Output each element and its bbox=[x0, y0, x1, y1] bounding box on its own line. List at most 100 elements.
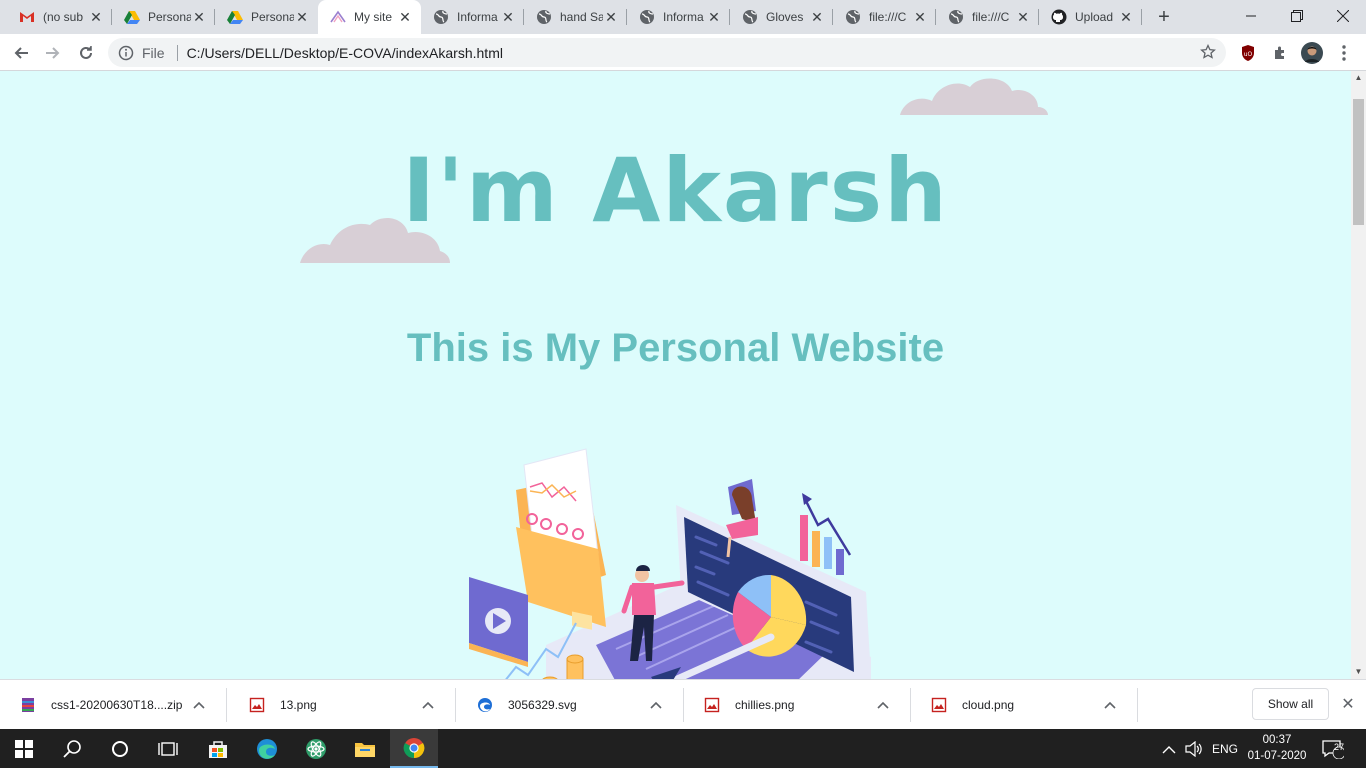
close-tab-icon[interactable]: ✕ bbox=[1118, 9, 1134, 25]
close-tab-icon[interactable]: ✕ bbox=[706, 9, 722, 25]
ublock-extension-button[interactable]: uO bbox=[1235, 40, 1261, 66]
speaker-icon bbox=[1185, 740, 1202, 757]
download-item[interactable]: cloud.png bbox=[911, 680, 1138, 730]
windows-taskbar: ENG 00:37 01-07-2020 27 bbox=[0, 729, 1366, 768]
scheme-label: File bbox=[142, 44, 165, 61]
restore-icon bbox=[1291, 10, 1303, 22]
browser-tab[interactable]: Persona ✕ bbox=[112, 0, 215, 34]
tab-title: Persona bbox=[148, 10, 191, 24]
browser-tab[interactable]: Informa ✕ bbox=[421, 0, 524, 34]
clock-date: 01-07-2020 bbox=[1247, 750, 1307, 762]
action-center-button[interactable]: 27 bbox=[1322, 729, 1352, 768]
download-item[interactable]: 13.png bbox=[229, 680, 456, 730]
download-item[interactable]: css1-20200630T18....zip bbox=[0, 680, 227, 730]
close-tab-icon[interactable]: ✕ bbox=[397, 9, 413, 25]
ublock-shield-icon: uO bbox=[1242, 45, 1254, 61]
cortana-circle-icon bbox=[112, 740, 128, 757]
info-icon[interactable] bbox=[118, 45, 134, 61]
close-download-bar-button[interactable]: ✕ bbox=[1338, 695, 1358, 715]
edge-file-icon bbox=[477, 697, 493, 713]
show-hidden-icons-button[interactable] bbox=[1162, 729, 1178, 768]
close-tab-icon[interactable]: ✕ bbox=[500, 9, 516, 25]
chrome-taskbar-app[interactable] bbox=[390, 729, 438, 768]
restore-button[interactable] bbox=[1274, 0, 1320, 32]
browser-tab[interactable]: (no sub ✕ bbox=[7, 0, 112, 34]
browser-tab[interactable]: Informa ✕ bbox=[627, 0, 730, 34]
browser-tab[interactable]: hand Sa ✕ bbox=[524, 0, 627, 34]
github-icon bbox=[1051, 9, 1067, 25]
chevron-up-icon[interactable] bbox=[1100, 698, 1120, 712]
reload-button[interactable] bbox=[73, 40, 99, 66]
address-bar[interactable]: File C:/Users/DELL/Desktop/E-COVA/indexA… bbox=[108, 38, 1226, 67]
browser-tab[interactable]: file:///C ✕ bbox=[833, 0, 936, 34]
close-tab-icon[interactable]: ✕ bbox=[88, 9, 104, 25]
tab-title: Upload bbox=[1075, 10, 1114, 24]
edge-taskbar-app[interactable] bbox=[243, 729, 291, 768]
close-tab-icon[interactable]: ✕ bbox=[1015, 9, 1031, 25]
close-tab-icon[interactable]: ✕ bbox=[912, 9, 928, 25]
close-window-button[interactable] bbox=[1320, 0, 1366, 32]
search-button[interactable] bbox=[48, 729, 96, 768]
browser-toolbar: File C:/Users/DELL/Desktop/E-COVA/indexA… bbox=[0, 34, 1366, 71]
show-all-downloads-button[interactable]: Show all bbox=[1252, 688, 1329, 720]
chevron-up-icon[interactable] bbox=[646, 698, 666, 712]
address-divider bbox=[176, 44, 178, 61]
image-file-icon bbox=[249, 697, 265, 713]
kebab-menu-icon bbox=[1342, 45, 1346, 61]
browser-tab[interactable]: Gloves ✕ bbox=[730, 0, 833, 34]
close-tab-icon[interactable]: ✕ bbox=[294, 9, 310, 25]
forward-arrow-icon bbox=[46, 47, 60, 59]
task-view-button[interactable] bbox=[144, 729, 192, 768]
file-explorer-taskbar-app[interactable] bbox=[341, 729, 389, 768]
globe-icon bbox=[536, 9, 552, 25]
atom-taskbar-app[interactable] bbox=[292, 729, 340, 768]
globe-icon bbox=[742, 9, 758, 25]
svg-text:uO: uO bbox=[1244, 51, 1253, 58]
chevron-up-icon bbox=[1162, 745, 1176, 753]
back-button[interactable] bbox=[8, 40, 34, 66]
clock-time: 00:37 bbox=[1262, 734, 1292, 746]
bookmark-star-icon[interactable] bbox=[1200, 44, 1216, 60]
store-taskbar-app[interactable] bbox=[194, 729, 242, 768]
browser-tab[interactable]: file:///C ✕ bbox=[936, 0, 1039, 34]
download-filename: chillies.png bbox=[735, 698, 795, 712]
profile-avatar[interactable] bbox=[1299, 40, 1325, 66]
download-item[interactable]: chillies.png bbox=[684, 680, 911, 730]
close-tab-icon[interactable]: ✕ bbox=[809, 9, 825, 25]
close-tab-icon[interactable]: ✕ bbox=[603, 9, 619, 25]
forward-button[interactable] bbox=[40, 40, 66, 66]
download-bar: Show all ✕ css1-20200630T18....zip 13.png… bbox=[0, 679, 1366, 729]
download-item[interactable]: 3056329.svg bbox=[457, 680, 684, 730]
image-file-icon bbox=[704, 697, 720, 713]
avatar-icon bbox=[1301, 42, 1323, 64]
close-tab-icon[interactable]: ✕ bbox=[191, 9, 207, 25]
url-text[interactable]: C:/Users/DELL/Desktop/E-COVA/indexAkarsh… bbox=[187, 45, 503, 61]
page-scrollbar[interactable]: ▲ ▼ bbox=[1351, 71, 1366, 679]
browser-menu-button[interactable] bbox=[1331, 40, 1357, 66]
extensions-button[interactable] bbox=[1267, 40, 1293, 66]
input-language-indicator[interactable]: ENG bbox=[1212, 729, 1240, 768]
chevron-up-icon[interactable] bbox=[189, 698, 209, 712]
hero-illustration bbox=[469, 448, 871, 679]
scroll-down-arrow-icon[interactable]: ▼ bbox=[1351, 665, 1366, 679]
back-arrow-icon bbox=[14, 47, 28, 59]
browser-tab[interactable]: Upload ✕ bbox=[1039, 0, 1142, 34]
reload-icon bbox=[80, 46, 92, 59]
cortana-button[interactable] bbox=[96, 729, 144, 768]
system-clock[interactable]: 00:37 01-07-2020 bbox=[1240, 732, 1314, 764]
scroll-thumb[interactable] bbox=[1353, 99, 1364, 225]
chevron-up-icon[interactable] bbox=[873, 698, 893, 712]
site-icon bbox=[330, 9, 346, 25]
close-icon bbox=[1337, 10, 1349, 22]
cloud-icon bbox=[900, 78, 1048, 115]
tab-title: Persona bbox=[251, 10, 294, 24]
new-tab-button[interactable]: + bbox=[1153, 6, 1175, 28]
download-separator bbox=[1137, 688, 1138, 722]
start-button[interactable] bbox=[0, 729, 48, 768]
minimize-button[interactable] bbox=[1228, 0, 1274, 32]
chevron-up-icon[interactable] bbox=[418, 698, 438, 712]
volume-button[interactable] bbox=[1185, 729, 1205, 768]
browser-tab[interactable]: Persona ✕ bbox=[215, 0, 318, 34]
scroll-up-arrow-icon[interactable]: ▲ bbox=[1351, 71, 1366, 85]
browser-tab[interactable]: My site ✕ bbox=[318, 0, 421, 34]
